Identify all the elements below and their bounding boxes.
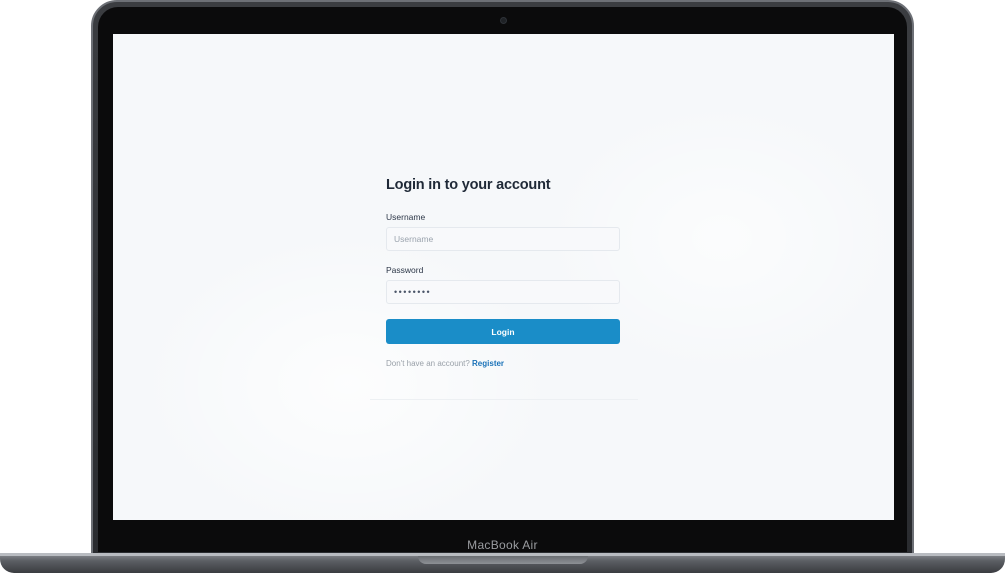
username-label: Username	[386, 212, 426, 222]
password-label: Password	[386, 265, 424, 275]
brand-label: MacBook Air	[467, 538, 538, 552]
card-divider	[370, 399, 638, 400]
register-link[interactable]: Register	[472, 359, 504, 368]
login-button[interactable]: Login	[386, 319, 620, 344]
page-title: Login in to your account	[386, 177, 551, 193]
register-prompt: Don't have an account? Register	[386, 359, 622, 368]
camera-icon	[500, 17, 507, 24]
password-input[interactable]	[386, 280, 620, 304]
username-input[interactable]	[386, 227, 620, 251]
laptop-screen: Login in to your account Username Passwo…	[113, 34, 894, 520]
hinge-notch	[418, 556, 588, 564]
login-form: Login in to your account Username Passwo…	[370, 159, 638, 399]
no-account-text: Don't have an account?	[386, 359, 473, 368]
